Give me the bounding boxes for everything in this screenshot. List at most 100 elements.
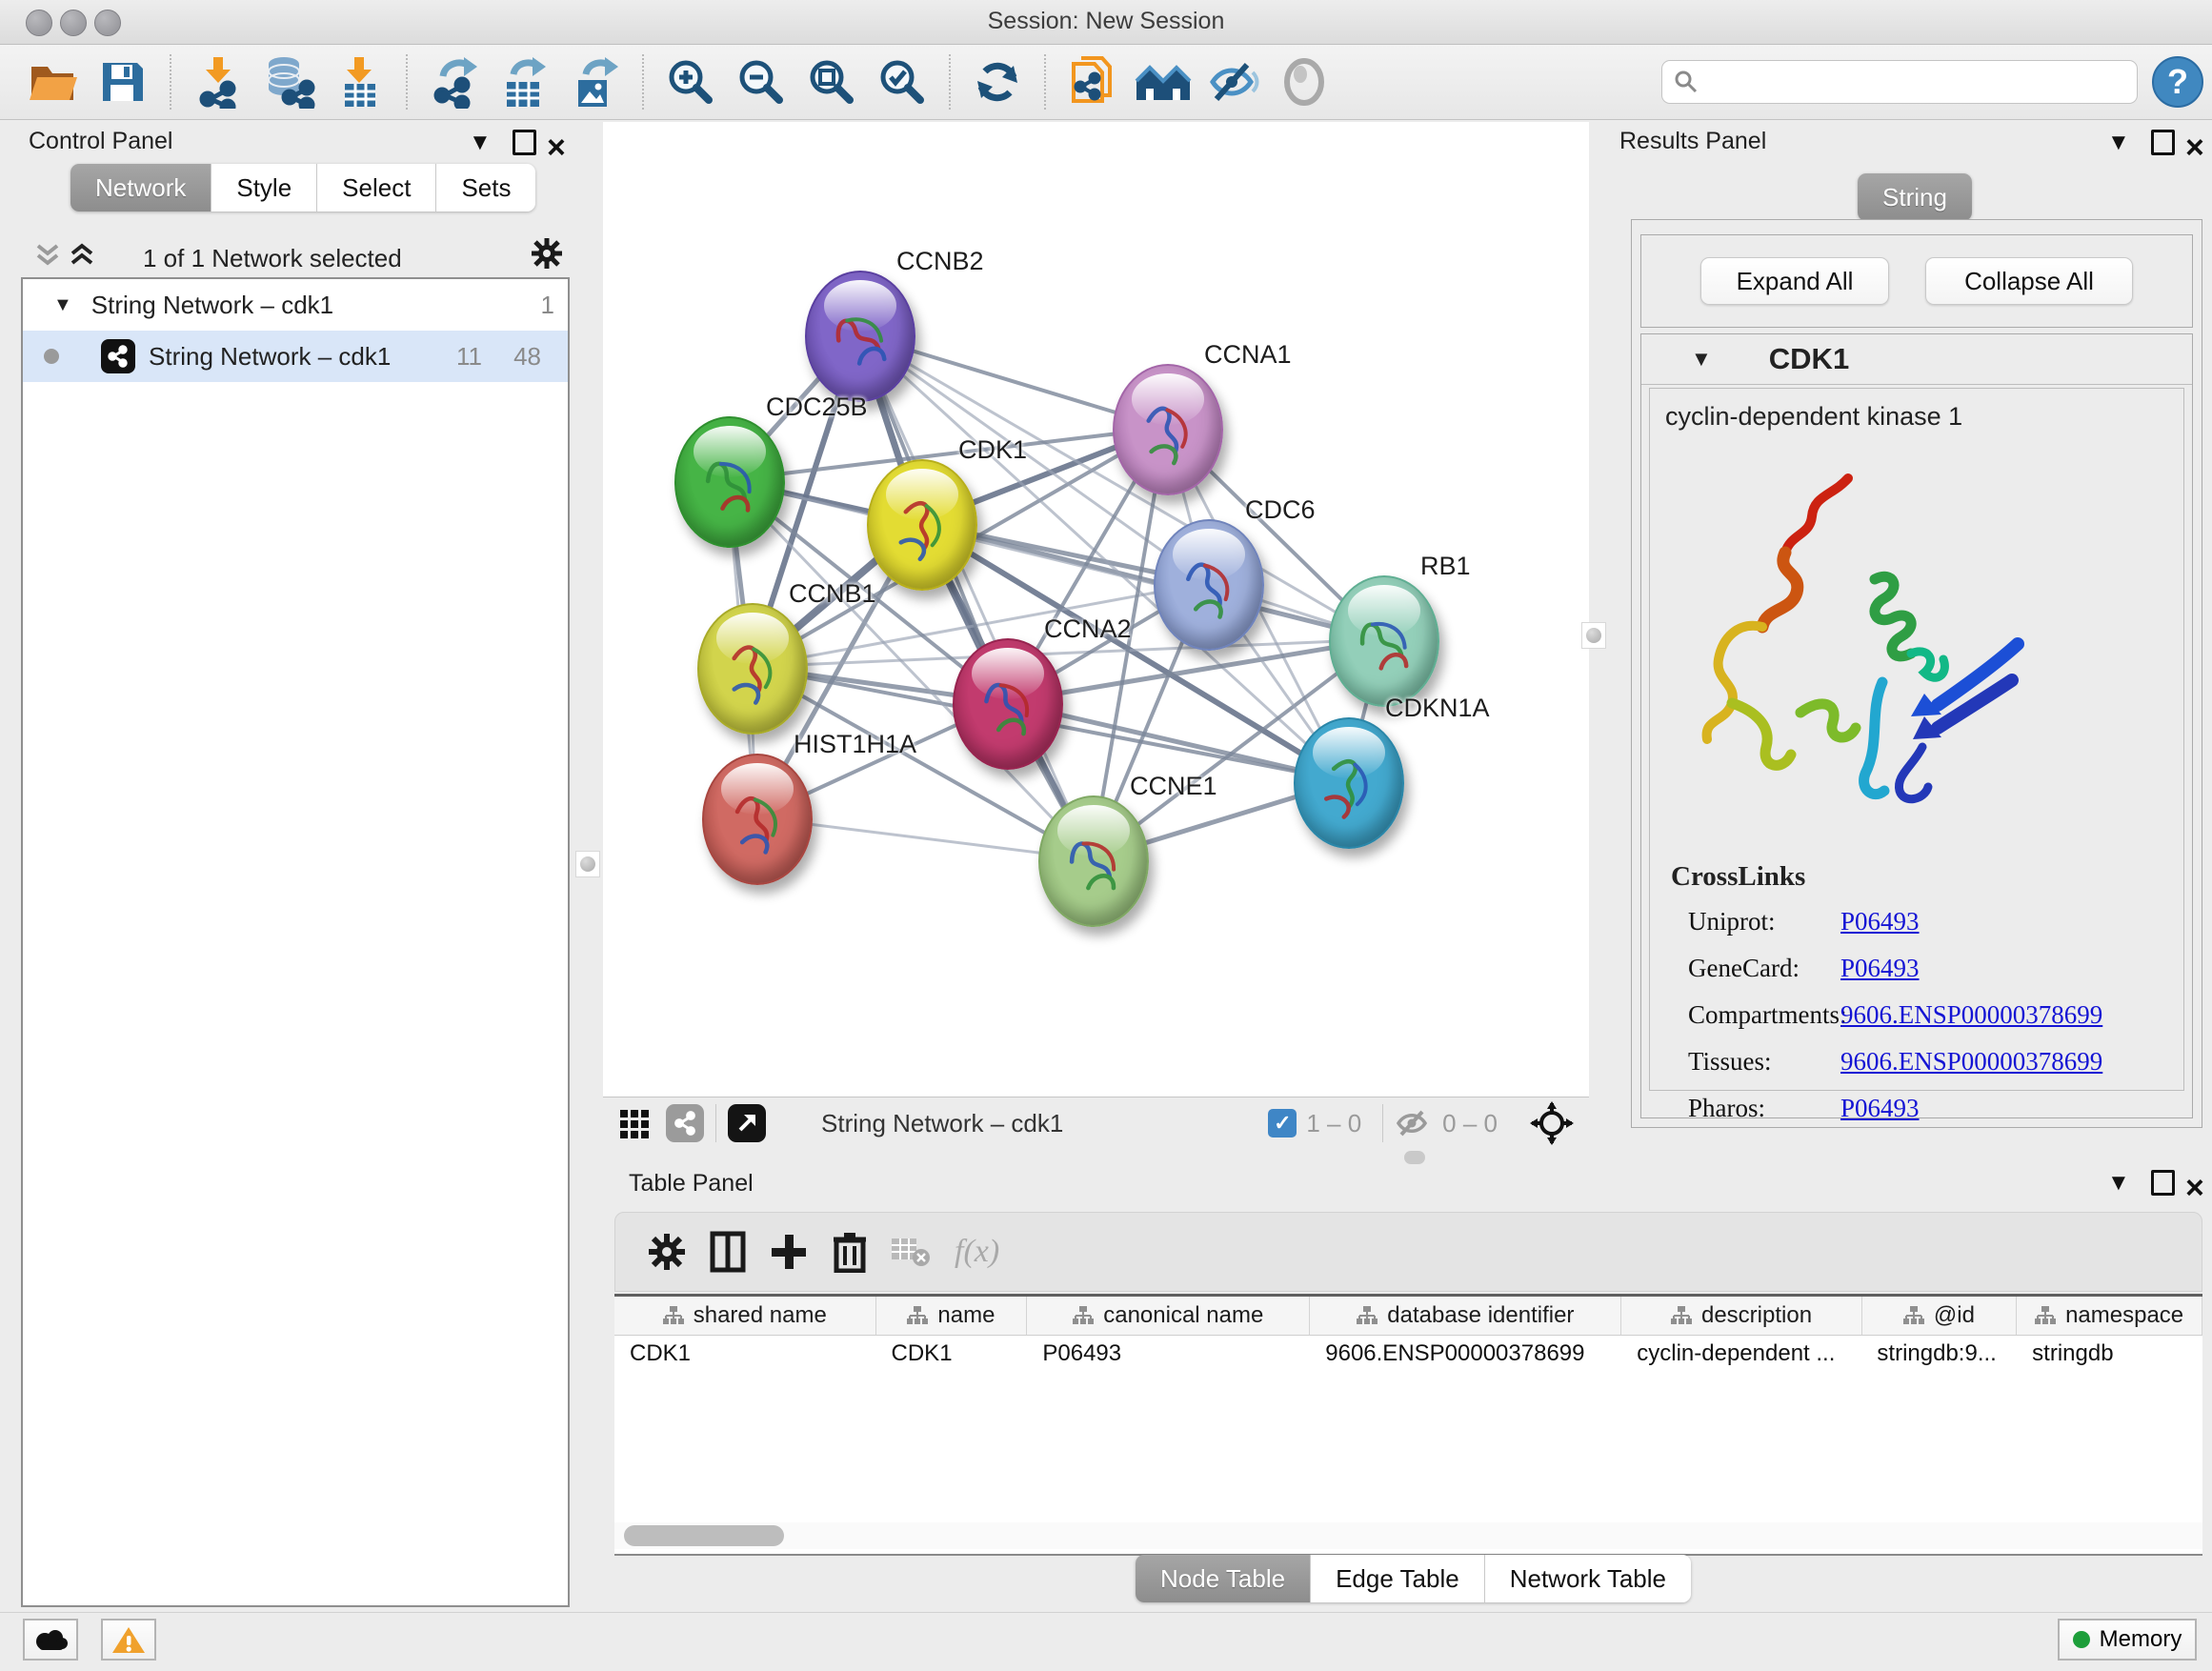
column-header[interactable]: database identifier xyxy=(1310,1297,1621,1335)
select-columns-icon[interactable] xyxy=(697,1221,758,1282)
crosslink-link[interactable]: 9606.ENSP00000378699 xyxy=(1840,1000,2102,1030)
tab-edge-table[interactable]: Edge Table xyxy=(1311,1555,1485,1602)
add-column-icon[interactable] xyxy=(758,1221,819,1282)
collapse-all-networks-icon[interactable] xyxy=(34,240,63,272)
network-node-ccne1[interactable] xyxy=(1038,795,1149,927)
delete-table-icon[interactable] xyxy=(880,1221,941,1282)
crosslink-link[interactable]: P06493 xyxy=(1840,907,2102,936)
network-row[interactable]: String Network – cdk1 11 48 xyxy=(23,331,568,382)
column-header[interactable]: @id xyxy=(1862,1297,2018,1335)
tab-style[interactable]: Style xyxy=(211,164,317,211)
bottom-splitter-handle[interactable] xyxy=(1404,1151,1425,1164)
column-header[interactable]: description xyxy=(1621,1297,1861,1335)
memory-button[interactable]: Memory xyxy=(2058,1619,2197,1661)
tab-node-table[interactable]: Node Table xyxy=(1136,1555,1311,1602)
import-network-database-button[interactable] xyxy=(253,49,324,115)
import-table-file-button[interactable] xyxy=(324,49,394,115)
collection-expander-icon[interactable]: ▼ xyxy=(53,294,72,316)
scrollbar-thumb[interactable] xyxy=(624,1525,784,1546)
network-collection-row[interactable]: ▼ String Network – cdk1 1 xyxy=(23,279,568,331)
network-node-cdk1[interactable] xyxy=(867,459,977,591)
node-table[interactable]: shared name name canonical name database… xyxy=(614,1294,2202,1556)
network-node-cdkn1a[interactable] xyxy=(1294,717,1404,849)
tab-select[interactable]: Select xyxy=(317,164,436,211)
zoom-selected-button[interactable] xyxy=(867,49,937,115)
column-type-icon xyxy=(663,1306,684,1325)
warnings-button[interactable] xyxy=(101,1619,156,1661)
crosslink-link[interactable]: P06493 xyxy=(1840,1094,2102,1123)
control-panel-tabs: Network Style Select Sets xyxy=(70,164,535,211)
expand-all-networks-icon[interactable] xyxy=(69,240,97,272)
open-session-button[interactable] xyxy=(17,49,88,115)
zoom-out-button[interactable] xyxy=(726,49,796,115)
column-header[interactable]: name xyxy=(876,1297,1028,1335)
save-session-button[interactable] xyxy=(88,49,158,115)
string-style-icon[interactable] xyxy=(666,1104,704,1142)
birds-eye-view-icon[interactable] xyxy=(728,1104,766,1142)
crosslink-link[interactable]: P06493 xyxy=(1840,954,2102,983)
network-node-cdc25b[interactable] xyxy=(674,416,785,548)
control-panel-float-icon[interactable] xyxy=(513,130,536,155)
zoom-fit-content-button[interactable] xyxy=(796,49,867,115)
column-header[interactable]: namespace xyxy=(2017,1297,2202,1335)
network-node-hist1h1a[interactable] xyxy=(702,754,813,885)
results-panel-float-icon[interactable] xyxy=(2151,130,2175,155)
crosslink-link[interactable]: 9606.ENSP00000378699 xyxy=(1840,1047,2102,1077)
refresh-view-button[interactable] xyxy=(962,49,1033,115)
network-node-ccna1[interactable] xyxy=(1113,364,1223,495)
export-table-button[interactable] xyxy=(490,49,560,115)
table-options-gear-icon[interactable] xyxy=(636,1221,697,1282)
table-row[interactable]: CDK1 CDK1 P06493 9606.ENSP00000378699 cy… xyxy=(614,1336,2202,1372)
import-network-file-button[interactable] xyxy=(183,49,253,115)
delete-column-icon[interactable] xyxy=(819,1221,880,1282)
results-panel-collapse-icon[interactable]: ▼ xyxy=(2107,131,2130,154)
search-box[interactable] xyxy=(1661,60,2138,104)
network-canvas[interactable]: CCNB2CCNA1CDC25BCDK1CDC6RB1CCNB1CCNA2CDK… xyxy=(603,122,1589,1097)
network-node-cdc6[interactable] xyxy=(1154,519,1264,651)
export-network-button[interactable] xyxy=(419,49,490,115)
column-header[interactable]: shared name xyxy=(614,1297,876,1335)
control-panel-collapse-icon[interactable]: ▼ xyxy=(469,131,492,154)
grid-view-icon[interactable] xyxy=(618,1106,653,1140)
selected-nodes-checkbox[interactable]: ✓ xyxy=(1268,1109,1297,1137)
network-node-ccnb2[interactable] xyxy=(805,271,915,402)
tab-network[interactable]: Network xyxy=(70,164,211,211)
tab-sets[interactable]: Sets xyxy=(436,164,535,211)
table-panel-float-icon[interactable] xyxy=(2151,1170,2175,1196)
gene-entry-header[interactable]: ▼ CDK1 xyxy=(1641,334,2192,385)
left-splitter-handle[interactable] xyxy=(575,851,600,877)
hide-selected-button[interactable] xyxy=(1198,49,1269,115)
zoom-in-button[interactable] xyxy=(655,49,726,115)
column-header[interactable]: canonical name xyxy=(1027,1297,1310,1335)
expand-all-button[interactable]: Expand All xyxy=(1700,257,1889,305)
help-button[interactable]: ? xyxy=(2151,55,2204,109)
table-panel-close-icon[interactable]: × xyxy=(2185,1178,2204,1200)
network-node-ccnb1[interactable] xyxy=(697,603,808,735)
table-horizontal-scrollbar[interactable] xyxy=(614,1522,2202,1549)
cloud-services-button[interactable] xyxy=(23,1619,78,1661)
network-node-ccna2[interactable] xyxy=(953,638,1063,770)
new-network-from-selection-button[interactable] xyxy=(1057,49,1128,115)
titlebar: Session: New Session xyxy=(0,0,2212,45)
entry-expander-icon[interactable]: ▼ xyxy=(1691,347,1712,372)
results-panel-close-icon[interactable]: × xyxy=(2185,137,2204,160)
network-node-rb1[interactable] xyxy=(1329,575,1439,707)
right-splitter-handle[interactable] xyxy=(1581,622,1606,649)
collapse-all-button[interactable]: Collapse All xyxy=(1925,257,2133,305)
table-panel-collapse-icon[interactable]: ▼ xyxy=(2107,1172,2130,1195)
export-image-button[interactable] xyxy=(560,49,631,115)
network-edge[interactable] xyxy=(858,334,1092,859)
control-panel-close-icon[interactable]: × xyxy=(547,137,566,160)
network-options-gear-icon[interactable] xyxy=(530,236,564,271)
function-builder-icon[interactable]: f(x) xyxy=(955,1234,999,1270)
tab-network-table[interactable]: Network Table xyxy=(1485,1555,1691,1602)
tab-string[interactable]: String xyxy=(1858,173,1972,221)
show-all-button[interactable] xyxy=(1269,49,1339,115)
pan-crosshair-icon[interactable] xyxy=(1530,1101,1574,1145)
search-input[interactable] xyxy=(1708,68,2125,96)
search-icon xyxy=(1674,70,1699,94)
node-label: RB1 xyxy=(1420,552,1471,581)
first-neighbors-button[interactable] xyxy=(1128,49,1198,115)
results-panel-tabs: String xyxy=(1858,173,1972,221)
node-label: CDC25B xyxy=(766,393,868,422)
